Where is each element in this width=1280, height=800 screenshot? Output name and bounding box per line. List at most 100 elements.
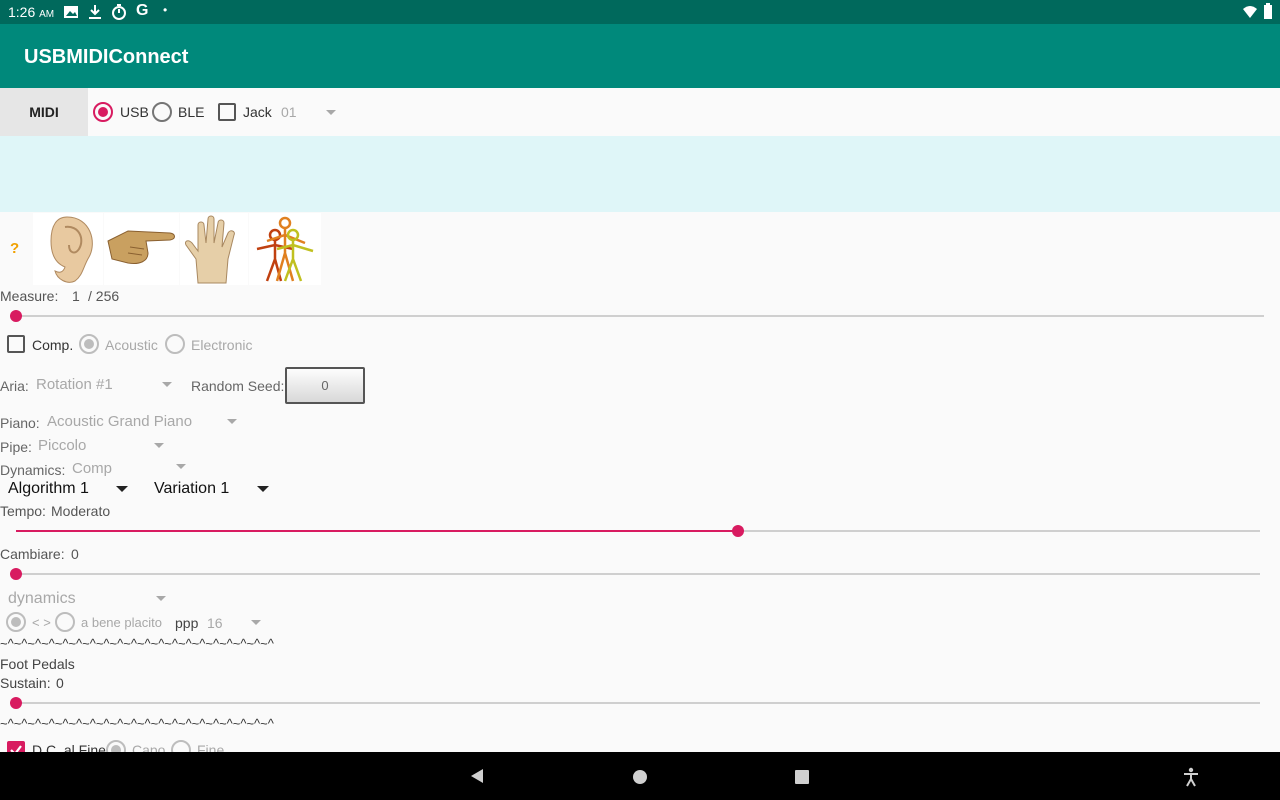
cambiare-slider[interactable] [10,564,1266,584]
app-title: USBMIDIConnect [24,46,189,68]
cambiare-thumb[interactable] [10,568,22,580]
algorithm-dropdown[interactable]: Algorithm 1 [2,478,134,502]
chevron-down-icon [162,382,172,387]
midi-button[interactable]: MIDI [0,88,88,136]
acoustic-label: Acoustic [105,337,158,353]
ble-radio[interactable] [152,102,172,122]
separator-2: ~^~^~^~^~^~^~^~^~^~^~^~^~^~^~^~^~^~^~^~^ [0,716,274,731]
dynamics-type-value: dynamics [8,590,76,607]
comp-label: Comp. [32,337,74,353]
image-icon [64,6,78,18]
placito-label: a bene placito [81,615,162,630]
placito-radio[interactable] [55,612,75,632]
jack-checkbox[interactable] [218,103,236,121]
status-time: 1:26 AM [8,4,55,20]
electronic-radio[interactable] [165,334,185,354]
app-bar: USBMIDIConnect [0,24,1280,88]
back-icon[interactable] [469,768,485,784]
navigation-bar [0,752,1280,800]
battery-icon [1264,3,1272,19]
status-bar: 1:26 AM G • [0,0,1280,24]
dynamic-count-dropdown[interactable]: 16 [203,611,267,633]
algorithm-value: Algorithm 1 [8,480,89,497]
cambiare-value: 0 [71,546,79,562]
capo-label: Capo [132,742,166,752]
chevron-down-icon [326,110,336,115]
dynamics-type-dropdown[interactable]: dynamics [2,588,174,610]
pointing-hand-icon [107,230,175,264]
timer-icon [112,4,126,20]
point-button[interactable] [104,213,179,285]
sustain-slider[interactable] [10,693,1266,713]
tempo-value: Moderato [51,503,111,519]
chevron-down-icon [156,596,166,601]
cresc-label: < > [32,615,51,630]
usb-radio[interactable] [93,102,113,122]
pipe-dropdown[interactable]: Piccolo [34,434,169,458]
measure-slider[interactable] [10,306,1268,326]
separator-1: ~^~^~^~^~^~^~^~^~^~^~^~^~^~^~^~^~^~^~^~^ [0,636,274,651]
jack-label: Jack [243,104,272,120]
sustain-track [16,702,1260,704]
dynamic-level-label: ppp [175,615,199,631]
comp-checkbox[interactable] [7,335,25,353]
check-icon [10,745,22,752]
dynamics-value: Comp [72,460,113,477]
dot-icon: • [163,3,168,17]
sustain-thumb[interactable] [10,697,22,709]
foot-pedals-heading: Foot Pedals [0,656,75,672]
jack-port-value: 01 [281,104,297,120]
chevron-down-icon [251,620,261,625]
tempo-thumb[interactable] [731,525,744,537]
tempo-fill [16,530,738,532]
dancers-icon [256,216,314,282]
dynamics-dropdown[interactable]: Comp [68,457,192,479]
fine-radio[interactable] [171,740,191,752]
chevron-down-icon [176,464,186,469]
fine-label: Fine [197,742,225,752]
stop-button[interactable] [180,213,248,285]
pipe-value: Piccolo [38,437,87,454]
open-hand-icon [185,215,235,284]
sustain-value: 0 [56,675,64,691]
dc-row: D.C. al Fine Capo Fine [0,736,400,752]
dynamic-count-value: 16 [207,615,223,631]
random-seed-input[interactable]: 0 [285,367,365,404]
dc-checkbox[interactable] [7,741,25,752]
download-icon [89,5,101,19]
cambiare-track [16,573,1260,575]
aria-label: Aria: [0,378,29,394]
help-button[interactable]: ? [10,240,19,257]
chevron-down-icon [116,486,128,492]
home-icon[interactable] [632,769,648,785]
measure-total: / 256 [88,288,120,304]
cresc-radio[interactable] [6,612,26,632]
tempo-label: Tempo: [0,503,46,519]
measure-thumb[interactable] [10,310,22,322]
dance-button[interactable] [249,213,321,285]
aria-dropdown[interactable]: Rotation #1 [32,372,177,398]
jack-port-dropdown[interactable]: 01 [276,98,342,126]
variation-value: Variation 1 [154,480,230,497]
cambiare-label: Cambiare: [0,546,65,562]
dynamics-label: Dynamics: [0,462,66,478]
measure-label: Measure: [0,288,59,304]
recents-icon[interactable] [794,769,810,785]
pipe-label: Pipe: [0,439,32,455]
acoustic-radio[interactable] [79,334,99,354]
chevron-down-icon [227,419,237,424]
ear-button[interactable] [33,213,103,285]
usb-label: USB [120,104,149,120]
measure-current: 1 [72,288,80,304]
wifi-icon [1243,6,1257,18]
piano-dropdown[interactable]: Acoustic Grand Piano [43,410,243,434]
piano-value: Acoustic Grand Piano [47,413,193,430]
message-band [0,136,1280,212]
sustain-label: Sustain: [0,675,51,691]
capo-radio[interactable] [106,740,126,752]
dc-label: D.C. al Fine [32,742,106,752]
accessibility-icon[interactable] [1182,767,1200,787]
tempo-slider[interactable] [10,521,1266,541]
chevron-down-icon [257,486,269,492]
variation-dropdown[interactable]: Variation 1 [148,478,274,502]
